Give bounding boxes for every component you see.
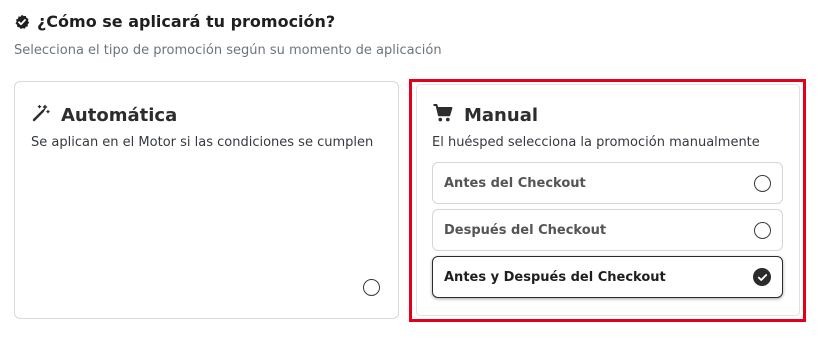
- magic-wand-icon: [31, 103, 51, 127]
- automatic-radio[interactable]: [363, 279, 380, 296]
- automatic-card-description: Se aplican en el Motor si las condicione…: [31, 135, 374, 150]
- page-title: ¿Cómo se aplicará tu promoción?: [37, 12, 336, 31]
- manual-card-title: Manual: [464, 104, 539, 126]
- check-circle-icon[interactable]: [753, 268, 771, 286]
- option-antes-despues-checkout[interactable]: Antes y Después del Checkout: [432, 256, 783, 298]
- automatic-card-header: Automática: [31, 103, 177, 127]
- option-label: Antes del Checkout: [444, 175, 586, 191]
- option-radio[interactable]: [754, 174, 771, 192]
- page-subtitle: Selecciona el tipo de promoción según su…: [14, 43, 442, 58]
- option-radio[interactable]: [754, 221, 771, 239]
- manual-card-description: El huésped selecciona la promoción manua…: [432, 135, 760, 150]
- manual-options-list: Antes del Checkout Después del Checkout …: [432, 162, 783, 303]
- section-header: ¿Cómo se aplicará tu promoción?: [14, 12, 335, 31]
- shopping-cart-icon: [432, 103, 454, 127]
- manual-promotion-card[interactable]: Manual El huésped selecciona la promoció…: [416, 84, 800, 316]
- verified-badge-icon: [14, 14, 30, 30]
- option-label: Después del Checkout: [444, 222, 607, 238]
- automatic-promotion-card[interactable]: Automática Se aplican en el Motor si las…: [14, 81, 399, 319]
- option-despues-checkout[interactable]: Después del Checkout: [432, 209, 783, 251]
- option-label: Antes y Después del Checkout: [444, 269, 666, 285]
- option-antes-checkout[interactable]: Antes del Checkout: [432, 162, 783, 204]
- manual-card-header: Manual: [432, 103, 538, 127]
- automatic-card-title: Automática: [61, 104, 178, 126]
